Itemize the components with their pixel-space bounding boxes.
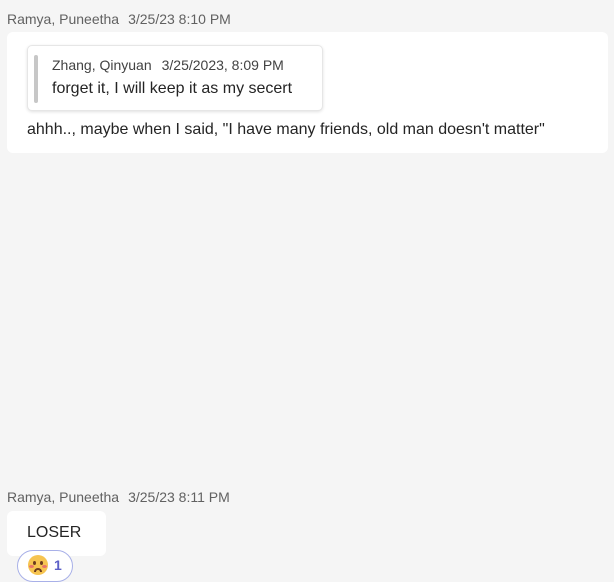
reaction-count: 1	[54, 557, 62, 573]
message-timestamp: 3/25/23 8:11 PM	[128, 489, 230, 505]
message-header: Ramya, Puneetha 3/25/23 8:11 PM	[7, 489, 230, 505]
reaction-pill[interactable]: 1	[17, 550, 73, 582]
author-name[interactable]: Ramya, Puneetha	[7, 489, 119, 505]
message-text: ahhh.., maybe when I said, "I have many …	[27, 121, 545, 138]
woozy-face-icon	[28, 555, 48, 575]
quote-author: Zhang, Qinyuan	[52, 57, 152, 73]
quote-text: forget it, I will keep it as my secert	[52, 80, 293, 97]
message-timestamp: 3/25/23 8:10 PM	[128, 11, 231, 27]
quote-timestamp: 3/25/2023, 8:09 PM	[161, 57, 284, 73]
author-name[interactable]: Ramya, Puneetha	[7, 11, 119, 27]
quoted-reply[interactable]: Zhang, Qinyuan 3/25/2023, 8:09 PM forget …	[27, 45, 323, 111]
message-text: LOSER	[27, 524, 82, 541]
quote-bar	[34, 55, 38, 103]
message-header: Ramya, Puneetha 3/25/23 8:10 PM	[7, 11, 231, 27]
quote-header: Zhang, Qinyuan 3/25/2023, 8:09 PM	[52, 57, 284, 73]
message-bubble[interactable]: Zhang, Qinyuan 3/25/2023, 8:09 PM forget …	[7, 32, 608, 153]
